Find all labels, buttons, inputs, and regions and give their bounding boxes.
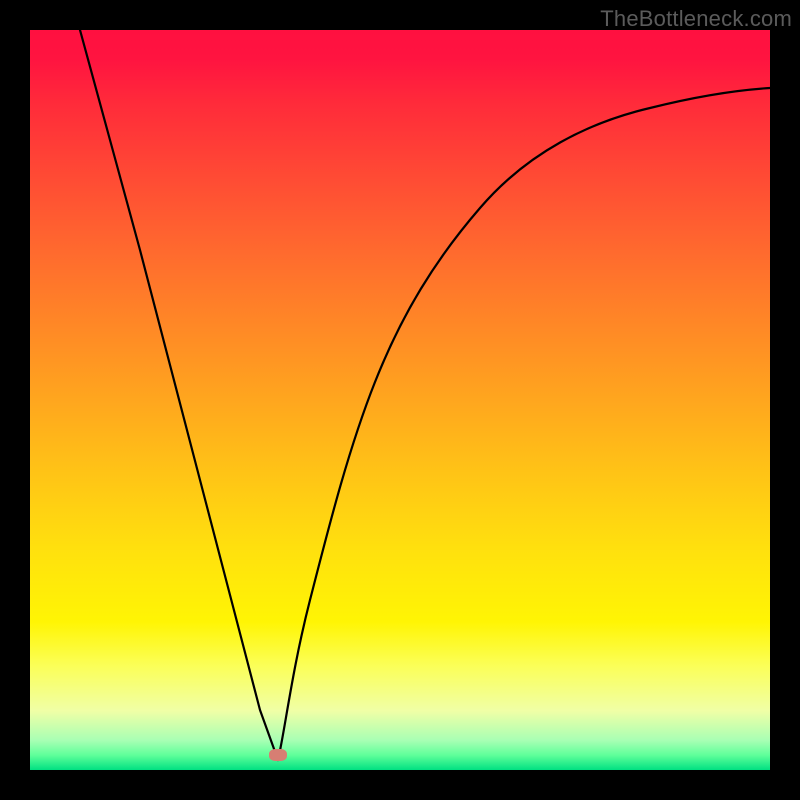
- bottleneck-curve: [30, 30, 770, 770]
- chart-area: [30, 30, 770, 770]
- curve-right-branch: [278, 88, 770, 760]
- watermark-text: TheBottleneck.com: [600, 6, 792, 32]
- minimum-marker: [269, 749, 287, 761]
- curve-left-branch: [80, 30, 278, 760]
